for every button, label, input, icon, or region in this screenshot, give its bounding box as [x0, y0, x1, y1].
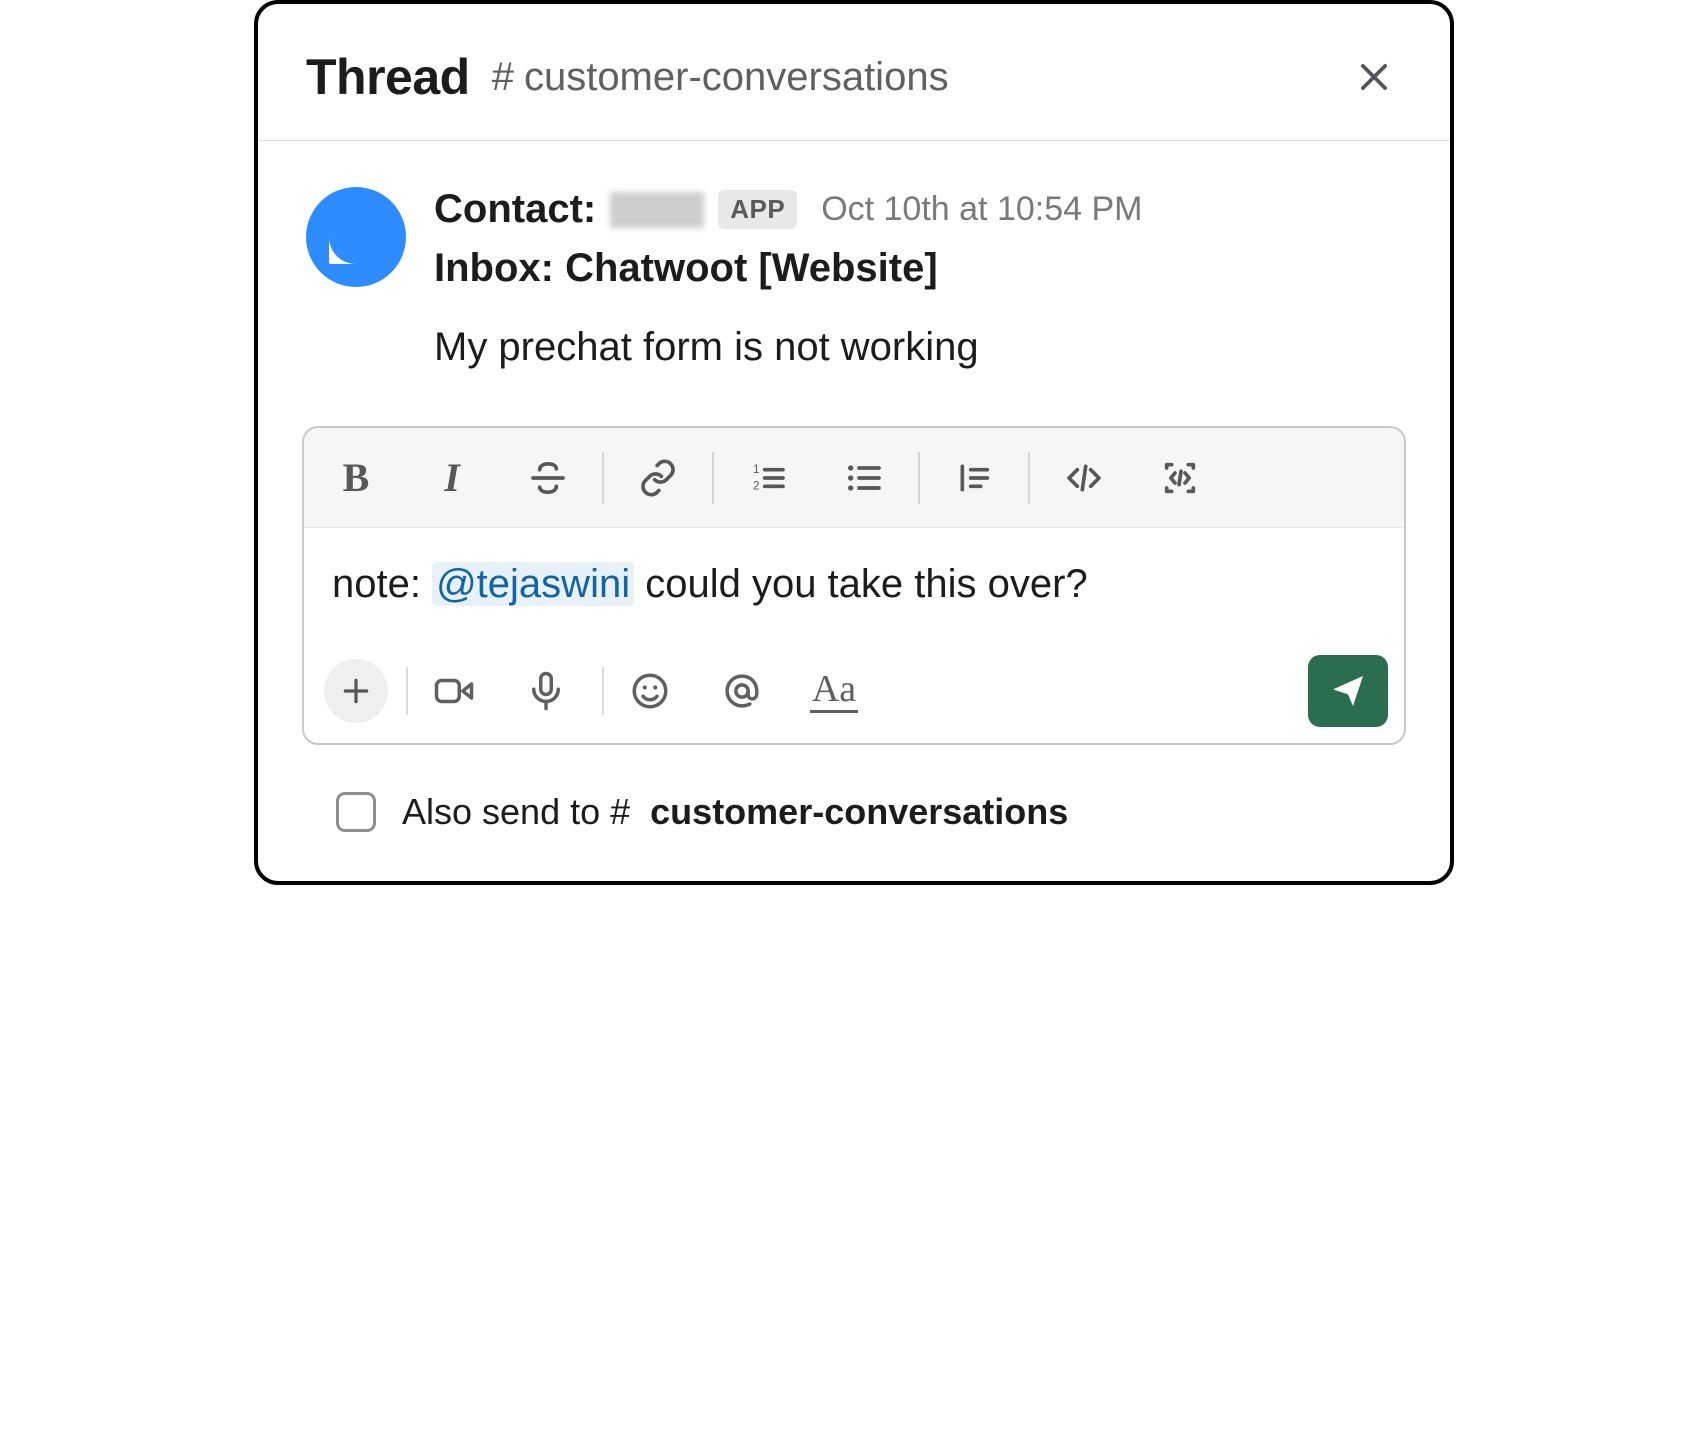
code-icon — [1064, 458, 1104, 498]
ordered-list-icon: 1 2 — [748, 458, 788, 498]
hash-icon: # — [610, 791, 640, 832]
ordered-list-button[interactable]: 1 2 — [720, 440, 816, 516]
bottom-divider — [602, 667, 604, 715]
emoji-button[interactable] — [614, 655, 686, 727]
composer-text-prefix: note: — [332, 562, 432, 606]
chatwoot-avatar-icon — [306, 187, 406, 287]
close-icon — [1355, 58, 1393, 96]
also-send-label[interactable]: Also send to # customer-conversations — [402, 791, 1068, 833]
blockquote-button[interactable] — [926, 440, 1022, 516]
contact-name-redacted — [610, 192, 704, 228]
app-badge: APP — [718, 190, 797, 229]
message-text: My prechat form is not working — [434, 325, 1402, 370]
also-send-checkbox[interactable] — [336, 792, 376, 832]
strikethrough-icon — [528, 458, 568, 498]
video-button[interactable] — [418, 655, 490, 727]
bold-button[interactable]: B — [308, 440, 404, 516]
channel-name: customer-conversations — [524, 55, 949, 100]
bold-icon: B — [343, 454, 370, 501]
timestamp[interactable]: Oct 10th at 10:54 PM — [821, 190, 1142, 229]
inbox-line: Inbox: Chatwoot [Website] — [434, 246, 1402, 291]
bottom-divider — [406, 667, 408, 715]
send-button[interactable] — [1308, 655, 1388, 727]
contact-label: Contact: — [434, 187, 596, 232]
link-icon — [638, 458, 678, 498]
composer-bottom-bar: Aa — [304, 651, 1404, 743]
at-icon — [721, 670, 763, 712]
link-button[interactable] — [610, 440, 706, 516]
formatting-toggle-button[interactable]: Aa — [798, 655, 870, 727]
audio-button[interactable] — [510, 655, 582, 727]
svg-text:2: 2 — [753, 479, 759, 492]
emoji-icon — [629, 670, 671, 712]
thread-panel: Thread # customer-conversations Contact:… — [254, 0, 1454, 885]
composer-text-trailing: could you take this over? — [634, 562, 1088, 606]
format-toolbar: B I 1 2 — [304, 428, 1404, 528]
thread-header: Thread # customer-conversations — [258, 4, 1450, 141]
attach-button[interactable] — [324, 659, 388, 723]
composer: B I 1 2 — [302, 426, 1406, 745]
hash-icon: # — [492, 55, 514, 100]
strikethrough-button[interactable] — [500, 440, 596, 516]
toolbar-divider — [1028, 452, 1030, 504]
message-row: Contact: APP Oct 10th at 10:54 PM Inbox:… — [258, 141, 1450, 398]
microphone-icon — [525, 670, 567, 712]
bulleted-list-button[interactable] — [816, 440, 912, 516]
mention[interactable]: @tejaswini — [432, 562, 634, 606]
toolbar-divider — [602, 452, 604, 504]
message-body: Contact: APP Oct 10th at 10:54 PM Inbox:… — [434, 187, 1402, 370]
formatting-icon: Aa — [810, 670, 858, 713]
bulleted-list-icon — [844, 458, 884, 498]
video-icon — [433, 670, 475, 712]
thread-title: Thread — [306, 48, 470, 106]
italic-icon: I — [444, 454, 460, 501]
code-button[interactable] — [1036, 440, 1132, 516]
channel-chip[interactable]: # customer-conversations — [492, 55, 949, 100]
send-icon — [1328, 671, 1368, 711]
close-button[interactable] — [1346, 49, 1402, 105]
message-header-line: Contact: APP Oct 10th at 10:54 PM — [434, 187, 1402, 232]
mention-button[interactable] — [706, 655, 778, 727]
avatar[interactable] — [306, 187, 406, 287]
also-send-channel: # customer-conversations — [610, 791, 1068, 832]
plus-icon — [340, 675, 372, 707]
code-block-button[interactable] — [1132, 440, 1228, 516]
svg-text:1: 1 — [753, 463, 759, 476]
also-send-row: Also send to # customer-conversations — [258, 755, 1450, 881]
blockquote-icon — [954, 458, 994, 498]
composer-input[interactable]: note: @tejaswini could you take this ove… — [304, 528, 1404, 651]
toolbar-divider — [712, 452, 714, 504]
code-block-icon — [1160, 458, 1200, 498]
toolbar-divider — [918, 452, 920, 504]
italic-button[interactable]: I — [404, 440, 500, 516]
